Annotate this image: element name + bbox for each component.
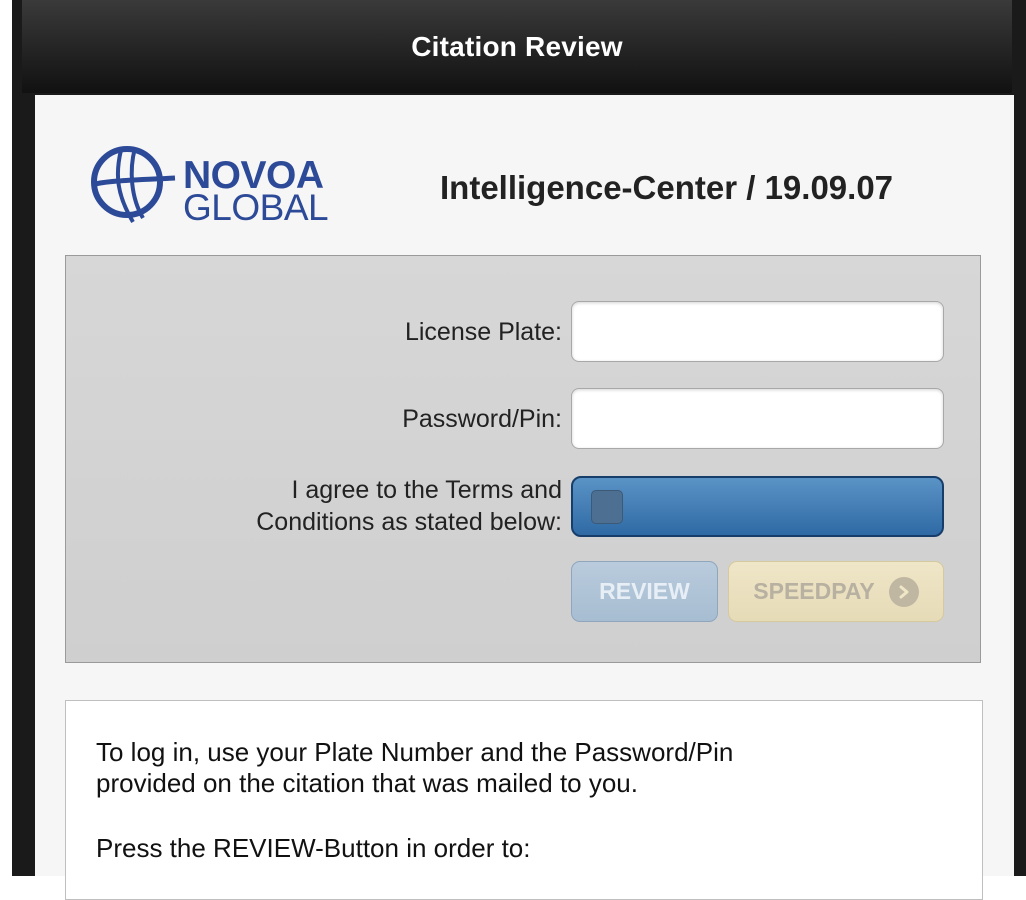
logo-word-global: GLOBAL (183, 187, 329, 228)
globe-logo-icon (91, 146, 176, 224)
chevron-right-icon (888, 576, 919, 607)
terms-agree-toggle[interactable] (571, 476, 944, 537)
terms-label-line1: I agree to the Terms and (291, 476, 562, 504)
speedpay-button-label: SPEEDPAY (753, 578, 875, 604)
info-panel: To log in, use your Plate Number and the… (65, 700, 983, 900)
toggle-knob[interactable] (591, 490, 623, 524)
terms-label: I agree to the Terms and Conditions as s… (256, 474, 562, 538)
license-plate-label: License Plate: (404, 318, 562, 346)
main-content: NOVOA GLOBAL Intelligence-Center / 19.09… (35, 95, 1014, 900)
password-pin-input[interactable] (571, 388, 944, 449)
password-pin-label: Password/Pin: (402, 405, 562, 433)
intelligence-center-heading: Intelligence-Center / 19.09.07 (440, 169, 894, 206)
speedpay-button[interactable]: SPEEDPAY (728, 561, 944, 622)
login-instructions-text: To log in, use your Plate Number and the… (96, 737, 734, 798)
review-instructions-text: Press the REVIEW-Button in order to: (96, 833, 531, 863)
header-bar: Citation Review (22, 0, 1012, 93)
license-plate-input[interactable] (571, 301, 944, 362)
terms-label-line2: Conditions as stated below: (256, 508, 562, 536)
login-form-panel: License Plate: Password/Pin: I agree to … (65, 255, 981, 663)
review-button[interactable]: REVIEW (571, 561, 718, 622)
page-title: Citation Review (411, 30, 623, 62)
novoa-global-logo: NOVOA GLOBAL (85, 140, 355, 228)
review-button-label: REVIEW (599, 578, 690, 604)
